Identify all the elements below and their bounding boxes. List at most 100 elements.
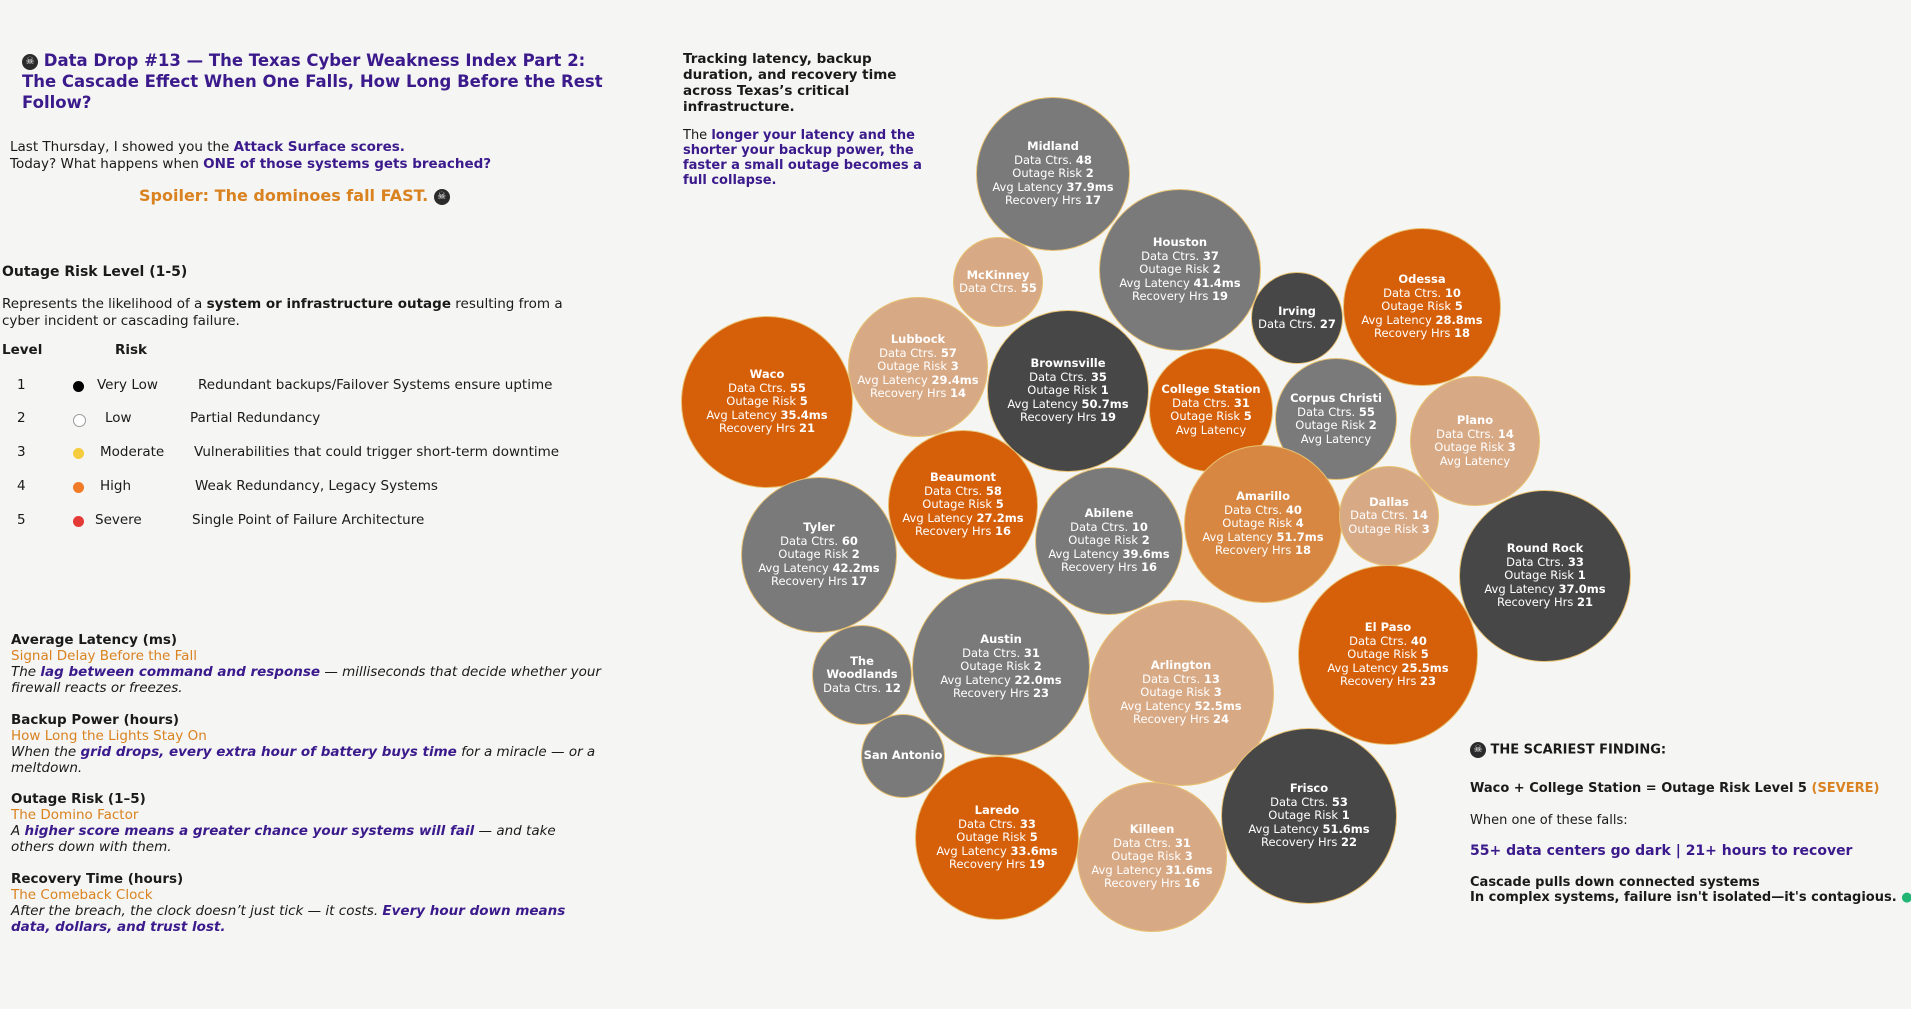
metric-desc-em: grid drops, every extra hour of battery … (80, 744, 457, 760)
outage-risk-value: 5 (995, 497, 1004, 512)
data-centers-line: Data Ctrs. 14 (1436, 426, 1514, 442)
outage-risk-value: 2 (1033, 659, 1042, 674)
outage-risk-value: 3 (1184, 849, 1193, 864)
outage-risk-label: Outage Risk (922, 497, 993, 512)
outage-risk-line: Outage Risk 2 (1068, 534, 1149, 548)
data-centers-label: Data Ctrs. (1141, 248, 1200, 263)
avg-latency-value: 29.4ms (931, 372, 979, 387)
recovery-hrs-label: Recovery Hrs (952, 686, 1030, 701)
outage-risk-value: 1 (1341, 808, 1350, 823)
outage-risk-value: 1 (1577, 568, 1586, 583)
tracking-body: The longer your latency and the shorter … (683, 128, 943, 188)
risk-level-number: 4 (17, 478, 26, 494)
skull-icon: ☠ (433, 188, 450, 205)
avg-latency-value: 42.2ms (832, 560, 880, 575)
outage-risk-label: Outage Risk (877, 359, 948, 374)
title-text: Data Drop #13 — The Texas Cyber Weakness… (22, 51, 603, 112)
outage-risk-line: Outage Risk 5 (1170, 409, 1251, 424)
recovery-hrs-value: 19 (1029, 857, 1046, 872)
recovery-hrs-value: 18 (1454, 326, 1471, 341)
outage-risk-line: Outage Risk 2 (1012, 167, 1093, 181)
microbe-icon: ● (1901, 890, 1911, 905)
city-bubble: Houston Data Ctrs. 37 Outage Risk 2 Avg Lat… (1099, 189, 1261, 351)
avg-latency-label: Avg Latency (1327, 660, 1398, 675)
avg-latency-line: Avg Latency 42.2ms (758, 560, 880, 576)
risk-scale-description: Represents the likelihood of a system or… (2, 296, 592, 330)
metric-heading: Backup Power (hours) (11, 712, 180, 728)
risk-level-label: High (100, 478, 132, 494)
recovery-hrs-value: 24 (1213, 712, 1230, 727)
col-risk-header: Risk (115, 342, 148, 358)
metric-definition: Outage Risk (1–5) The Domino Factor A high… (11, 791, 601, 855)
data-centers-value: 33 (1567, 554, 1584, 569)
data-centers-label: Data Ctrs. (1350, 508, 1409, 523)
city-bubble: Laredo Data Ctrs. 33 Outage Risk 5 Avg Late… (915, 756, 1079, 920)
recovery-hrs-label: Recovery Hrs (869, 386, 947, 401)
outage-risk-value: 2 (1368, 418, 1377, 432)
recovery-hrs-label: Recovery Hrs (1260, 835, 1338, 850)
intro-line2-em: ONE of those systems gets breached? (203, 156, 492, 172)
intro: Last Thursday, I showed you the Attack S… (10, 139, 491, 173)
data-centers-line: Data Ctrs. 33 (958, 817, 1036, 832)
data-centers-value: 12 (884, 680, 901, 695)
metric-description: The lag between command and response — m… (11, 664, 601, 696)
data-centers-value: 35 (1090, 369, 1107, 384)
data-centers-line: Data Ctrs. 31 (1113, 836, 1191, 851)
outage-risk-label: Outage Risk (1111, 849, 1182, 864)
recovery-hrs-line: Recovery Hrs 16 (915, 525, 1011, 539)
outage-risk-label: Outage Risk (1170, 409, 1241, 423)
data-centers-value: 53 (1331, 794, 1348, 809)
outage-risk-line: Outage Risk 3 (1111, 850, 1192, 864)
finding-heading: ☠ THE SCARIEST FINDING: (1470, 742, 1666, 758)
data-centers-value: 58 (985, 483, 1002, 498)
avg-latency-line: Avg Latency 52.5ms (1120, 698, 1242, 714)
city-bubble: Odessa Data Ctrs. 10 Outage Risk 5 Avg Late… (1343, 228, 1501, 386)
metric-subtitle: Signal Delay Before the Fall (11, 648, 197, 664)
data-centers-label: Data Ctrs. (1014, 152, 1073, 167)
outage-risk-value: 5 (1029, 830, 1038, 845)
recovery-hrs-value: 23 (1420, 674, 1437, 689)
finding-eq-em: (SEVERE) (1811, 781, 1880, 796)
data-centers-value: 13 (1203, 671, 1220, 686)
tracking-body-em: longer your latency and the shorter your… (683, 128, 922, 188)
avg-latency-label: Avg Latency (1248, 821, 1319, 836)
recovery-hrs-line: Recovery Hrs 21 (1497, 596, 1593, 610)
avg-latency-label: Avg Latency (758, 560, 829, 575)
outage-risk-label: Outage Risk (1222, 516, 1293, 531)
outage-risk-value: 2 (1085, 166, 1094, 181)
avg-latency-line: Avg Latency 41.4ms (1119, 276, 1240, 291)
outage-risk-line: Outage Risk 3 (1140, 686, 1221, 700)
data-centers-value: 14 (1497, 426, 1514, 441)
metric-subtitle: How Long the Lights Stay On (11, 728, 207, 744)
outage-risk-value: 2 (851, 547, 860, 562)
data-centers-line: Data Ctrs. 55 (728, 380, 806, 396)
outage-risk-line: Outage Risk 5 (1347, 648, 1428, 662)
avg-latency-value: 25.5ms (1401, 660, 1449, 675)
avg-latency-value: 52.5ms (1194, 698, 1242, 713)
recovery-hrs-value: 23 (1033, 686, 1050, 701)
avg-latency-label: Avg Latency (1484, 581, 1555, 596)
metric-description: When the grid drops, every extra hour of… (11, 744, 601, 776)
risk-level-number: 1 (17, 377, 26, 393)
metric-heading: Recovery Time (hours) (11, 871, 184, 887)
recovery-hrs-value: 14 (950, 386, 967, 401)
risk-color-dot (73, 482, 84, 493)
data-centers-label: Data Ctrs. (1029, 369, 1088, 384)
outage-risk-value: 3 (950, 359, 959, 374)
avg-latency-value: 28.8ms (1435, 312, 1483, 327)
risk-desc-em: system or infrastructure outage (206, 296, 451, 312)
data-centers-value: 55 (789, 380, 806, 395)
risk-level-desc: Vulnerabilities that could trigger short… (194, 444, 560, 460)
outage-risk-line: Outage Risk 5 (726, 395, 807, 409)
city-bubble: McKinney Data Ctrs. 55 (953, 237, 1043, 327)
recovery-hrs-label: Recovery Hrs (1496, 595, 1574, 610)
outage-risk-label: Outage Risk (1347, 647, 1418, 662)
data-centers-value: 10 (1444, 285, 1461, 300)
data-centers-value: 40 (1410, 633, 1427, 648)
avg-latency-value: 50.7ms (1081, 396, 1129, 411)
avg-latency-value: 37.9ms (1066, 179, 1114, 194)
avg-latency-label: Avg Latency (1007, 396, 1078, 411)
recovery-hrs-line: Recovery Hrs 14 (870, 387, 966, 401)
recovery-hrs-line: Recovery Hrs 23 (953, 687, 1049, 701)
outage-risk-label: Outage Risk (956, 830, 1027, 845)
